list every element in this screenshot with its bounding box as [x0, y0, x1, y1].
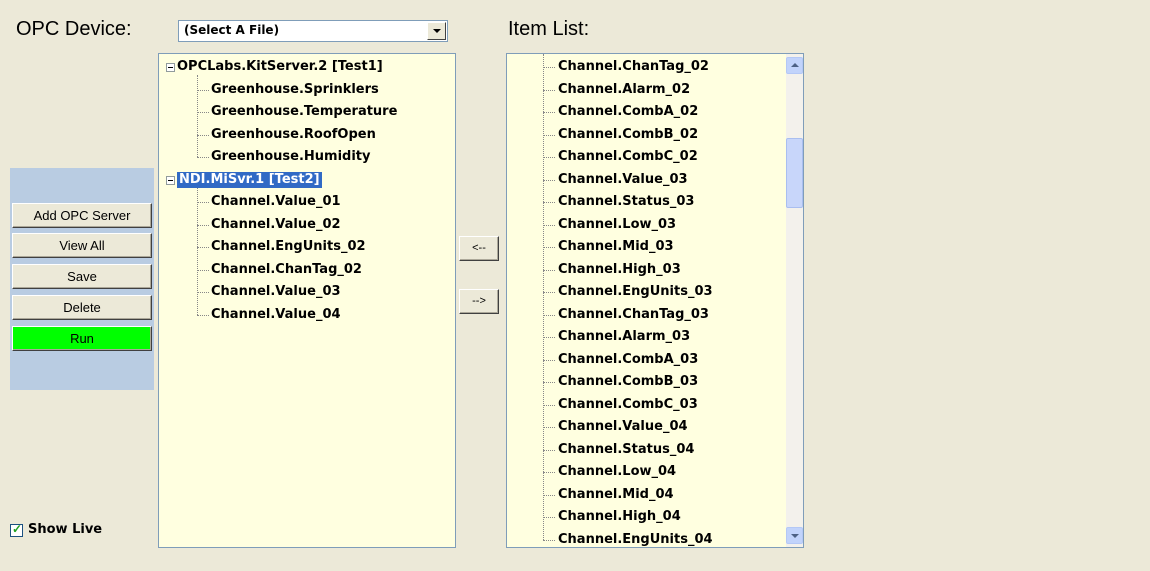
tree-connector	[543, 247, 555, 248]
tree-connector	[197, 292, 209, 293]
tree-connector	[543, 54, 544, 540]
tree-connector	[197, 89, 209, 91]
item-list-entry[interactable]: Channel.Status_03	[558, 194, 694, 210]
chevron-down-icon[interactable]	[427, 22, 446, 40]
server-tree[interactable]: OPCLabs.KitServer.2 [Test1] Greenhouse.Sp…	[158, 53, 456, 548]
collapse-icon[interactable]	[166, 63, 175, 72]
move-left-button[interactable]: <--	[459, 236, 499, 261]
tree-item-node[interactable]: Channel.Value_02	[211, 217, 341, 233]
device-select-value: (Select A File)	[184, 23, 280, 37]
item-list-scrollbar[interactable]	[786, 54, 803, 547]
item-list[interactable]: Channel.ChanTag_02 Channel.Alarm_02 Channe…	[506, 53, 804, 548]
scroll-up-icon[interactable]	[786, 57, 803, 74]
item-list-entry[interactable]: Channel.ChanTag_03	[558, 307, 709, 323]
tree-connector	[543, 269, 555, 271]
item-list-label: Item List:	[508, 18, 590, 40]
tree-item-node[interactable]: Greenhouse.Sprinklers	[211, 82, 379, 98]
tree-connector	[543, 494, 555, 496]
item-list-entry[interactable]: Channel.EngUnits_04	[558, 532, 713, 548]
add-opc-server-button[interactable]: Add OPC Server	[12, 203, 152, 228]
tree-connector	[197, 314, 209, 316]
item-list-entry[interactable]: Channel.Mid_03	[558, 239, 674, 255]
run-button[interactable]: Run	[12, 326, 152, 351]
tree-item-node[interactable]: Greenhouse.Humidity	[211, 149, 371, 165]
tree-server-node[interactable]: NDI.MiSvr.1 [Test2]	[177, 171, 322, 188]
tree-item-node[interactable]: Channel.Value_04	[211, 307, 341, 323]
item-list-entry[interactable]: Channel.Low_04	[558, 464, 676, 480]
device-select[interactable]: (Select A File)	[178, 20, 448, 42]
tree-connector	[543, 224, 555, 226]
item-list-entry[interactable]: Channel.Mid_04	[558, 487, 674, 503]
tree-item-node[interactable]: Greenhouse.Temperature	[211, 104, 397, 120]
item-list-entry[interactable]: Channel.Value_03	[558, 172, 688, 188]
tree-connector	[543, 314, 555, 316]
show-live-label: Show Live	[28, 522, 103, 537]
item-list-entry[interactable]: Channel.CombA_03	[558, 352, 698, 368]
scroll-thumb[interactable]	[786, 138, 803, 208]
opc-device-label: OPC Device:	[16, 18, 132, 40]
item-list-entry[interactable]: Channel.CombC_02	[558, 149, 698, 165]
tree-connector	[543, 179, 555, 181]
tree-connector	[197, 202, 209, 203]
tree-item-node[interactable]: Channel.ChanTag_02	[211, 262, 362, 278]
tree-connector	[197, 224, 209, 226]
view-all-button[interactable]: View All	[12, 233, 152, 258]
tree-item-node[interactable]: Channel.Value_03	[211, 284, 341, 300]
item-list-entry[interactable]: Channel.High_03	[558, 262, 681, 278]
tree-connector	[197, 247, 209, 248]
tree-item-node[interactable]: Greenhouse.RoofOpen	[211, 127, 376, 143]
delete-button[interactable]: Delete	[12, 295, 152, 320]
tree-connector	[543, 427, 555, 428]
tree-connector	[543, 517, 555, 518]
item-list-entry[interactable]: Channel.Alarm_02	[558, 82, 690, 98]
move-right-button[interactable]: -->	[459, 289, 499, 314]
tree-connector	[543, 292, 555, 293]
show-live-checkbox[interactable]	[10, 522, 23, 537]
tree-connector	[543, 382, 555, 383]
tree-connector	[543, 337, 555, 338]
tree-connector	[543, 67, 555, 68]
tree-server-node[interactable]: OPCLabs.KitServer.2 [Test1]	[177, 59, 383, 75]
item-list-entry[interactable]: Channel.Alarm_03	[558, 329, 690, 345]
item-list-entry[interactable]: Channel.CombB_03	[558, 374, 698, 390]
tree-connector	[197, 112, 209, 113]
tree-item-node[interactable]: Channel.Value_01	[211, 194, 341, 210]
item-list-entry[interactable]: Channel.Status_04	[558, 442, 694, 458]
tree-connector	[543, 449, 555, 451]
tree-connector	[543, 157, 555, 158]
item-list-entry[interactable]: Channel.Value_04	[558, 419, 688, 435]
tree-connector	[197, 75, 198, 157]
collapse-icon[interactable]	[166, 175, 175, 185]
tree-connector	[543, 472, 555, 473]
item-list-entry[interactable]: Channel.ChanTag_02	[558, 59, 709, 75]
tree-connector	[197, 134, 209, 136]
tree-connector	[543, 89, 555, 91]
item-list-entry[interactable]: Channel.High_04	[558, 509, 681, 525]
item-list-entry[interactable]: Channel.CombA_02	[558, 104, 698, 120]
tree-connector	[543, 539, 555, 541]
item-list-entry[interactable]: Channel.CombC_03	[558, 397, 698, 413]
item-list-entry[interactable]: Channel.CombB_02	[558, 127, 698, 143]
tree-connector	[543, 359, 555, 361]
tree-connector	[543, 112, 555, 113]
tree-connector	[543, 202, 555, 203]
tree-connector	[197, 157, 209, 158]
tree-item-node[interactable]: Channel.EngUnits_02	[211, 239, 366, 255]
tree-connector	[543, 134, 555, 136]
save-button[interactable]: Save	[12, 264, 152, 289]
tree-connector	[197, 187, 198, 315]
tree-connector	[543, 404, 555, 406]
scroll-down-icon[interactable]	[786, 527, 803, 544]
item-list-entry[interactable]: Channel.Low_03	[558, 217, 676, 233]
tree-connector	[197, 269, 209, 271]
item-list-entry[interactable]: Channel.EngUnits_03	[558, 284, 713, 300]
